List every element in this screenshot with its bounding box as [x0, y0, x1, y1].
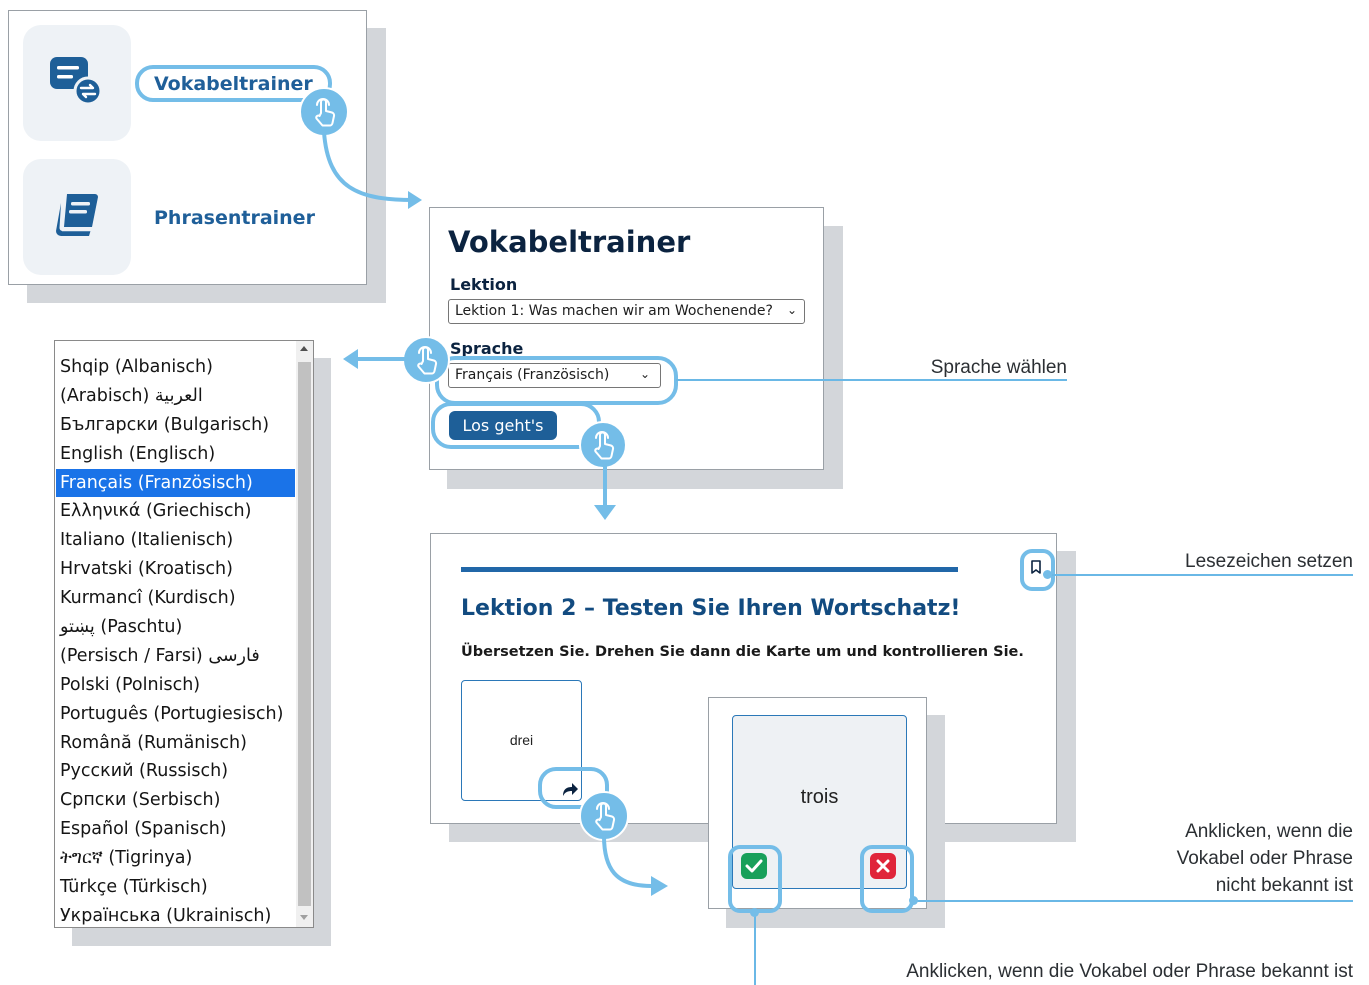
language-dropdown-list[interactable]: Shqip (Albanisch) (Arabisch) العربية Бълга…: [54, 340, 314, 928]
chevron-down-icon: ⌄: [786, 303, 797, 317]
highlight-vokabeltrainer: [135, 65, 332, 102]
language-option[interactable]: English (Englisch): [56, 440, 295, 469]
highlight-language-select: [435, 356, 678, 405]
language-option[interactable]: Српски (Serbisch): [56, 786, 295, 815]
flow-arrow-3: [594, 465, 616, 520]
highlight-unknown-button: [860, 845, 914, 913]
lesson-label: Lektion: [450, 275, 518, 294]
highlight-start-button: [431, 402, 601, 449]
lesson-title: Lektion 2 – Testen Sie Ihren Wortschatz!: [461, 596, 961, 621]
scrollbar[interactable]: [296, 341, 313, 927]
flow-arrow-1: [322, 131, 422, 209]
language-option[interactable]: Ελληνικά (Griechisch): [56, 497, 295, 526]
scroll-down-arrow[interactable]: [300, 915, 308, 920]
annotation-choose-language: Sprache wählen: [930, 357, 1067, 378]
language-option[interactable]: Български (Bulgarisch): [56, 411, 295, 440]
language-option[interactable]: Português (Portugiesisch): [56, 700, 295, 729]
language-option[interactable]: (Arabisch) العربية: [56, 382, 295, 411]
trainer-menu-panel: Vokabeltrainer Phrasentrainer: [8, 10, 367, 285]
front-word: drei: [509, 732, 534, 748]
language-option[interactable]: Română (Rumänisch): [56, 729, 295, 758]
back-word: trois: [800, 786, 839, 808]
tap-hand-icon: [579, 421, 627, 469]
book-icon: [51, 189, 103, 245]
language-option[interactable]: Français (Französisch): [56, 468, 295, 498]
lesson-select[interactable]: Lektion 1: Was machen wir am Wochenende?…: [448, 299, 805, 324]
language-option[interactable]: Italiano (Italienisch): [56, 526, 295, 555]
annotation-unknown: Anklicken, wenn die Vokabel oder Phrase …: [1176, 821, 1353, 896]
language-option[interactable]: ትግርኛ (Tigrinya): [56, 844, 295, 873]
lesson-select-value: Lektion 1: Was machen wir am Wochenende?: [455, 303, 773, 319]
language-option[interactable]: Українська (Ukrainisch): [56, 902, 295, 931]
language-option[interactable]: پښتو (Paschtu): [56, 613, 295, 642]
annotation-known: Anklicken, wenn die Vokabel oder Phrase …: [906, 961, 1353, 982]
scrollbar-thumb[interactable]: [298, 362, 311, 906]
language-options: Shqip (Albanisch) (Arabisch) العربية Бълга…: [56, 353, 295, 931]
menu-item-phrasentrainer[interactable]: Phrasentrainer: [154, 207, 315, 229]
page-title: Vokabeltrainer: [448, 225, 691, 259]
annotation-set-bookmark: Lesezeichen setzen: [1185, 551, 1353, 572]
vokabeltrainer-tile[interactable]: [23, 25, 131, 141]
phrasentrainer-tile[interactable]: [23, 159, 131, 275]
highlight-known-button: [728, 845, 782, 913]
language-option[interactable]: Español (Spanisch): [56, 815, 295, 844]
flow-arrow-2: [343, 349, 406, 369]
language-option[interactable]: Kurmancî (Kurdisch): [56, 584, 295, 613]
scroll-up-arrow[interactable]: [300, 346, 308, 351]
lesson-instruction: Übersetzen Sie. Drehen Sie dann die Kart…: [461, 644, 1024, 660]
language-option[interactable]: Türkçe (Türkisch): [56, 873, 295, 902]
swap-list-icon: [48, 53, 106, 113]
language-option[interactable]: Hrvatski (Kroatisch): [56, 555, 295, 584]
language-option[interactable]: Shqip (Albanisch): [56, 353, 295, 382]
flow-arrow-4: [602, 835, 668, 896]
language-option[interactable]: Русский (Russisch): [56, 757, 295, 786]
language-option[interactable]: (Persisch / Farsi) فارسی: [56, 642, 295, 671]
language-option[interactable]: Polski (Polnisch): [56, 671, 295, 700]
